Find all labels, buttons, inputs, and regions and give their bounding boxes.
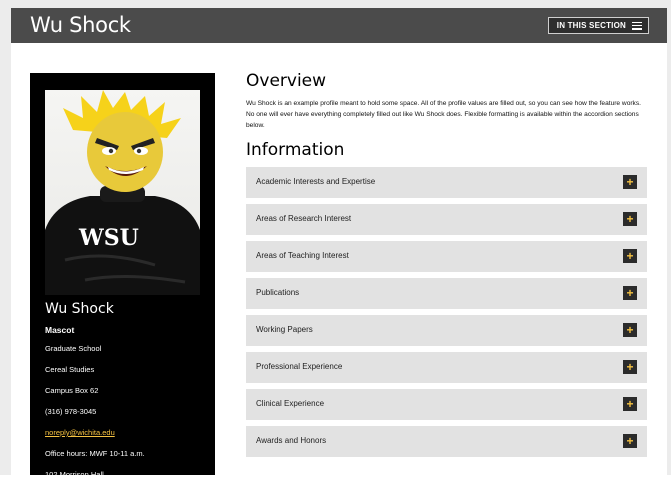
expand-plus-icon[interactable]: + <box>623 249 637 263</box>
accordion-label: Academic Interests and Expertise <box>256 177 376 186</box>
accordion-item-professional-experience[interactable]: Professional Experience + <box>246 352 647 383</box>
in-this-section-button[interactable]: IN THIS SECTION <box>547 17 649 34</box>
accordion-item-research-interest[interactable]: Areas of Research Interest + <box>246 204 647 235</box>
profile-photo: WSU <box>45 90 200 295</box>
accordion-item-academic-interests[interactable]: Academic Interests and Expertise + <box>246 167 647 198</box>
expand-plus-icon[interactable]: + <box>623 360 637 374</box>
accordion-label: Working Papers <box>256 325 313 334</box>
accordion-item-working-papers[interactable]: Working Papers + <box>246 315 647 346</box>
accordion-item-clinical-experience[interactable]: Clinical Experience + <box>246 389 647 420</box>
expand-plus-icon[interactable]: + <box>623 286 637 300</box>
hamburger-menu-icon <box>632 21 642 30</box>
accordion-label: Clinical Experience <box>256 399 325 408</box>
accordion-item-teaching-interest[interactable]: Areas of Teaching Interest + <box>246 241 647 272</box>
overview-heading: Overview <box>246 71 327 91</box>
accordion-label: Publications <box>256 288 300 297</box>
accordion-label: Professional Experience <box>256 362 343 371</box>
profile-phone: (316) 978-3045 <box>45 407 97 416</box>
profile-campus-box: Campus Box 62 <box>45 386 99 395</box>
expand-plus-icon[interactable]: + <box>623 175 637 189</box>
accordion-item-publications[interactable]: Publications + <box>246 278 647 309</box>
overview-text: Wu Shock is an example profile meant to … <box>246 100 641 129</box>
profile-department: Graduate School <box>45 344 102 353</box>
window-frame-right <box>667 0 671 475</box>
expand-plus-icon[interactable]: + <box>623 397 637 411</box>
accordion-item-awards-honors[interactable]: Awards and Honors + <box>246 426 647 457</box>
window-frame-left <box>0 0 11 475</box>
profile-email-link[interactable]: noreply@wichita.edu <box>45 428 115 437</box>
main-content: Overview Wu Shock is an example profile … <box>246 70 647 463</box>
profile-program: Cereal Studies <box>45 365 95 374</box>
wu-shock-mascot-image: WSU <box>45 90 200 295</box>
profile-name: Wu Shock <box>45 301 114 317</box>
site-header: Wu Shock IN THIS SECTION <box>11 8 667 43</box>
profile-sidebar: WSU Wu Shock Mascot Graduate School Cere… <box>30 73 215 479</box>
expand-plus-icon[interactable]: + <box>623 323 637 337</box>
profile-office-hours: Office hours: MWF 10-11 a.m. <box>45 449 145 458</box>
information-heading: Information <box>246 140 345 160</box>
sweater-letters: WSU <box>78 225 139 251</box>
in-this-section-label: IN THIS SECTION <box>556 21 626 30</box>
expand-plus-icon[interactable]: + <box>623 434 637 448</box>
window-frame-top <box>0 0 671 8</box>
accordion-label: Areas of Research Interest <box>256 214 352 223</box>
information-accordion: Academic Interests and Expertise + Areas… <box>246 167 647 457</box>
accordion-label: Areas of Teaching Interest <box>256 251 349 260</box>
expand-plus-icon[interactable]: + <box>623 212 637 226</box>
profile-title: Mascot <box>45 325 75 335</box>
site-title[interactable]: Wu Shock <box>30 13 131 37</box>
accordion-label: Awards and Honors <box>256 436 327 445</box>
